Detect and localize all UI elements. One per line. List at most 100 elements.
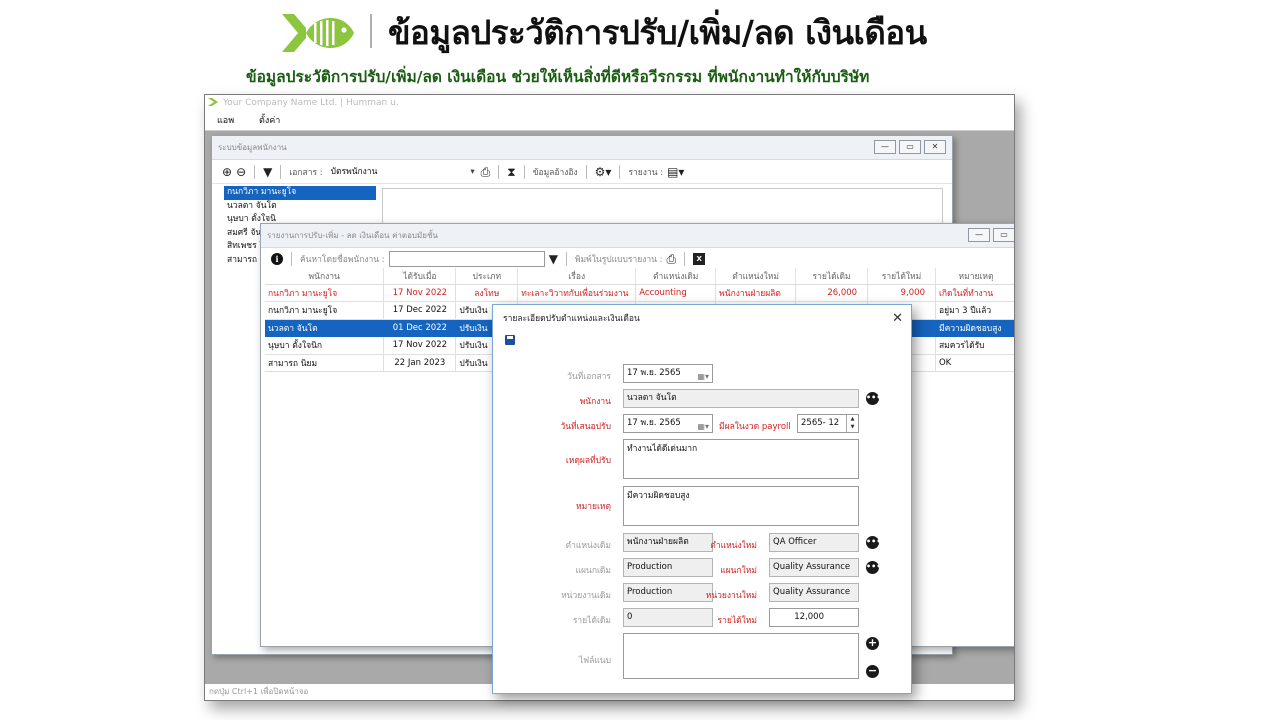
old-position-label: ตำแหน่งเดิม (565, 541, 611, 551)
calendar-dropdown-icon[interactable]: ▦▾ (697, 418, 709, 432)
list-item[interactable]: นวลตา จันโต (224, 200, 376, 214)
cell-date: 01 Dec 2022 (383, 319, 457, 337)
close-icon[interactable]: ✕ (924, 140, 946, 154)
printer-icon[interactable]: ⎙ (667, 253, 677, 265)
column-header[interactable]: ได้รับเมื่อ (383, 268, 457, 285)
adjust-date-value: 17 พ.ย. 2565 (627, 418, 681, 428)
note-label: หมายเหตุ (576, 502, 611, 512)
old-income-label: รายได้เดิม (572, 616, 611, 626)
reason-label: เหตุผลที่ปรับ (565, 456, 611, 466)
column-header[interactable]: เรื่อง (517, 268, 637, 285)
dialog-titlebar: รายละเอียดปรับตำแหน่งและเงินเดือน ✕ (493, 305, 911, 333)
cell-subject: ทะเลาะวิวาทกับเพื่อนร่วมงาน (517, 284, 637, 302)
search-input[interactable] (388, 251, 545, 267)
remove-icon[interactable]: − (866, 665, 879, 678)
spinner-icon[interactable]: ▲ ▼ (846, 415, 858, 432)
column-header[interactable]: ตำแหน่งเดิม (635, 268, 717, 285)
doc-date-label: วันที่เอกสาร (567, 372, 611, 382)
payroll-stepper[interactable]: 2565- 12 ▲ ▼ (797, 414, 859, 433)
employee-field[interactable]: นวลตา จันโต (623, 389, 859, 408)
new-dept-field[interactable]: Quality Assurance (769, 558, 859, 577)
adjust-toolbar: i ค้นหาโดยชื่อพนักงาน : ▼ พิมพ์ในรูปแบบร… (261, 248, 1014, 270)
note-textarea[interactable]: มีความผิดชอบสูง (623, 486, 859, 526)
column-header[interactable]: พนักงาน (265, 268, 385, 285)
new-position-field[interactable]: QA Officer (769, 533, 859, 552)
info-icon[interactable]: i (271, 253, 283, 265)
report-label: รายงาน : (628, 167, 664, 178)
old-unit-label: หน่วยงานเดิม (561, 591, 611, 601)
old-dept-label: แผนกเดิม (575, 566, 611, 576)
hourglass-icon[interactable]: ⧗ (507, 166, 515, 178)
new-unit-field[interactable]: Quality Assurance (769, 583, 859, 602)
dialog-title: รายละเอียดปรับตำแหน่งและเงินเดือน (503, 314, 640, 324)
more-icon[interactable]: ••• (866, 561, 881, 574)
gear-icon[interactable]: ⚙▾ (595, 166, 612, 178)
cell-old-position: Accounting (635, 284, 717, 302)
payroll-label: มีผลในงวด payroll (719, 422, 791, 432)
cell-new-position: พนักงานฝ่ายผลิต (715, 284, 797, 302)
reason-textarea[interactable]: ทำงานได้ดีเด่นมาก (623, 439, 859, 479)
printer-icon[interactable]: ⎙ (481, 166, 491, 178)
doc-date-value: 17 พ.ย. 2565 (627, 368, 681, 378)
cell-date: 22 Jan 2023 (383, 354, 457, 372)
new-position-label: ตำแหน่งใหม่ (710, 541, 757, 551)
more-icon[interactable]: ••• (866, 536, 881, 549)
excel-icon[interactable]: X (693, 253, 706, 265)
adjust-window-title: รายงานการปรับ-เพิ่ม - ลด เงินเดือน ค่าตอ… (267, 231, 438, 240)
attachment-list[interactable] (623, 633, 859, 679)
cell-note: อยู่มา 3 ปีแล้ว (935, 301, 1014, 320)
remove-circle-icon[interactable]: ⊖ (236, 166, 246, 178)
old-unit-field[interactable]: Production (623, 583, 713, 602)
app-menubar: แอพ ตั้งค่า (205, 111, 1014, 131)
add-icon[interactable]: + (866, 637, 879, 650)
employee-toolbar: ⊕ ⊖ ▼ เอกสาร : บัตรพนักงาน ⎙ ⧗ ข้อมูลอ้า… (212, 160, 952, 184)
maximize-icon[interactable]: ▭ (993, 228, 1014, 242)
document-label: เอกสาร : (289, 167, 323, 178)
minimize-icon[interactable]: — (874, 140, 896, 154)
cell-name: นวลตา จันโต (265, 319, 385, 337)
list-item[interactable]: กนกวิภา มานะยูโจ (224, 186, 376, 200)
cell-note: OK (935, 354, 1014, 372)
page-subtitle: ข้อมูลประวัติการปรับ/เพิ่ม/ลด เงินเดือน … (246, 68, 870, 86)
column-header[interactable]: รายได้เดิม (795, 268, 869, 285)
employee-window-titlebar: ระบบข้อมูลพนักงาน — ▭ ✕ (212, 136, 952, 160)
table-row[interactable]: กนกวิภา มานะยูโจ 17 Nov 2022 ลงโทษ ทะเลา… (265, 284, 1014, 302)
menu-app[interactable]: แอพ (217, 116, 234, 126)
filter-icon[interactable]: ▼ (549, 253, 558, 265)
more-icon[interactable]: ••• (866, 392, 881, 405)
title-separator (370, 14, 372, 48)
fish-logo-icon (282, 14, 354, 52)
old-position-field[interactable]: พนักงานฝ่ายผลิต (623, 533, 713, 552)
adjust-date-field[interactable]: 17 พ.ย. 2565 ▦▾ (623, 414, 713, 433)
cell-date: 17 Dec 2022 (383, 301, 457, 320)
report-icon[interactable]: ▤▾ (667, 166, 684, 178)
column-header[interactable]: หมายเหตุ (935, 268, 1014, 285)
filter-icon[interactable]: ▼ (263, 166, 272, 178)
menu-settings[interactable]: ตั้งค่า (259, 116, 280, 126)
save-icon[interactable] (505, 335, 515, 345)
new-income-field[interactable]: 12,000 (769, 608, 859, 627)
add-circle-icon[interactable]: ⊕ (222, 166, 232, 178)
old-dept-field[interactable]: Production (623, 558, 713, 577)
minimize-icon[interactable]: — (968, 228, 990, 242)
new-dept-label: แผนกใหม่ (720, 566, 757, 576)
column-header[interactable]: ตำแหน่งใหม่ (715, 268, 797, 285)
maximize-icon[interactable]: ▭ (899, 140, 921, 154)
payroll-value: 2565- 12 (801, 418, 840, 428)
cell-date: 17 Nov 2022 (383, 336, 457, 355)
column-header[interactable]: รายได้ใหม่ (867, 268, 936, 285)
old-income-field[interactable]: 0 (623, 608, 713, 627)
doc-date-field[interactable]: 17 พ.ย. 2565 ▦▾ (623, 364, 713, 383)
reference-label[interactable]: ข้อมูลอ้างอิง (533, 165, 578, 179)
print-label: พิมพ์ในรูปแบบรายงาน : (574, 255, 663, 265)
cell-type: ลงโทษ (455, 284, 519, 302)
app-titlebar: Your Company Name Ltd. | Humman u. (205, 95, 1014, 111)
cell-new-income: 9,000 (867, 284, 936, 302)
cell-name: นุษบา ตั้งใจนิก (265, 336, 385, 355)
slide: ข้อมูลประวัติการปรับ/เพิ่ม/ลด เงินเดือน … (0, 0, 1280, 720)
document-select[interactable]: บัตรพนักงาน (327, 165, 477, 179)
column-header[interactable]: ประเภท (455, 268, 519, 285)
calendar-dropdown-icon[interactable]: ▦▾ (697, 368, 709, 382)
close-icon[interactable]: ✕ (892, 309, 903, 329)
app-logo-icon (208, 98, 218, 106)
